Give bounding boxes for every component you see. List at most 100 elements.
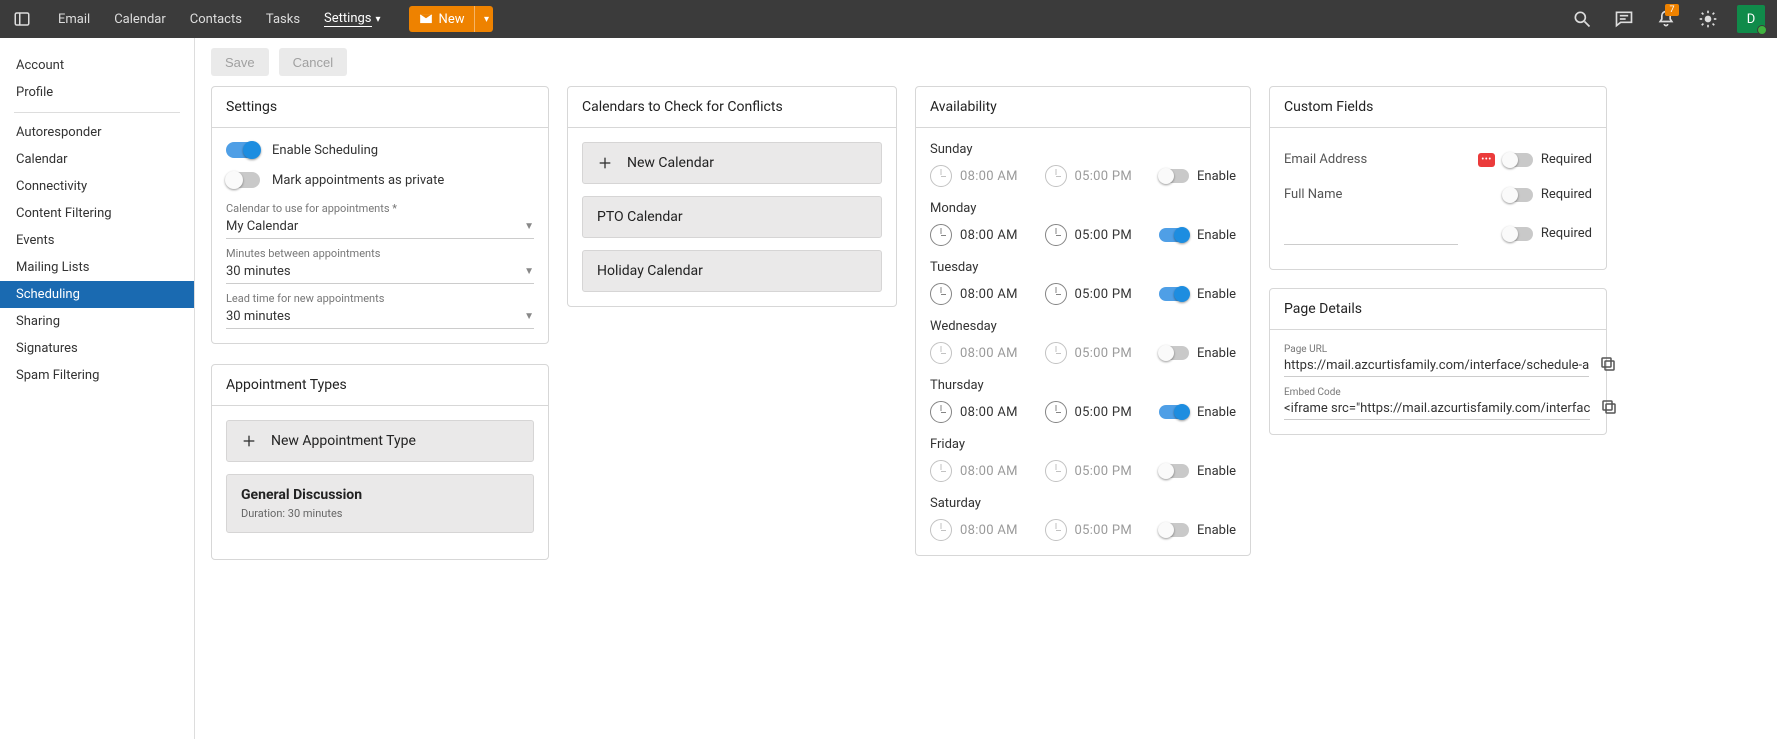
enable-scheduling-toggle[interactable] xyxy=(226,142,260,158)
chat-icon[interactable] xyxy=(1607,0,1641,38)
add-calendar-button[interactable]: New Calendar xyxy=(582,142,882,184)
plus-icon xyxy=(241,433,257,449)
sidebar-item-scheduling[interactable]: Scheduling xyxy=(0,281,194,308)
nav-tasks[interactable]: Tasks xyxy=(254,0,312,38)
required-label: Required xyxy=(1541,187,1592,202)
sidebar-item-account[interactable]: Account xyxy=(0,52,194,79)
conflict-calendar-item[interactable]: PTO Calendar xyxy=(582,196,882,238)
nav-contacts[interactable]: Contacts xyxy=(178,0,254,38)
availability-thursday-start[interactable]: 08:00 AM xyxy=(930,401,1035,423)
sidebar-item-profile[interactable]: Profile xyxy=(0,79,194,106)
action-toolbar: Save Cancel xyxy=(211,48,1761,76)
settings-card: Settings Enable Scheduling Mark appointm… xyxy=(211,86,549,344)
sidebar-item-autoresponder[interactable]: Autoresponder xyxy=(0,119,194,146)
enable-label: Enable xyxy=(1197,169,1236,184)
search-icon[interactable] xyxy=(1565,0,1599,38)
sidebar-item-events[interactable]: Events xyxy=(0,227,194,254)
availability-friday-end[interactable]: 05:00 PM xyxy=(1045,460,1150,482)
page-url-field[interactable]: Page URL https://mail.azcurtisfamily.com… xyxy=(1284,344,1589,377)
availability-friday-toggle[interactable] xyxy=(1159,464,1189,478)
availability-monday-start[interactable]: 08:00 AM xyxy=(930,224,1035,246)
availability-saturday-start[interactable]: 08:00 AM xyxy=(930,519,1035,541)
sidebar-item-calendar[interactable]: Calendar xyxy=(0,146,194,173)
presence-dot-icon xyxy=(1757,25,1767,35)
clock-icon xyxy=(930,460,952,482)
new-button-group: New ▾ xyxy=(409,6,494,32)
sidebar-item-spam-filtering[interactable]: Spam Filtering xyxy=(0,362,194,389)
availability-day-label: Monday xyxy=(930,201,1236,216)
copy-url-button[interactable] xyxy=(1599,355,1617,377)
embed-code-field[interactable]: Embed Code <iframe src="https://mail.azc… xyxy=(1284,387,1590,420)
theme-toggle-icon[interactable] xyxy=(1691,0,1725,38)
availability-thursday-end[interactable]: 05:00 PM xyxy=(1045,401,1150,423)
save-button[interactable]: Save xyxy=(211,48,269,76)
sidebar-item-connectivity[interactable]: Connectivity xyxy=(0,173,194,200)
availability-tuesday-start[interactable]: 08:00 AM xyxy=(930,283,1035,305)
custom-field-label: Full Name xyxy=(1284,187,1342,202)
availability-sunday-start[interactable]: 08:00 AM xyxy=(930,165,1035,187)
availability-thursday-toggle[interactable] xyxy=(1159,405,1189,419)
minutes-between-select[interactable]: Minutes between appointments 30 minutes▼ xyxy=(226,247,534,284)
card-title: Settings xyxy=(212,87,548,128)
availability-wednesday-start[interactable]: 08:00 AM xyxy=(930,342,1035,364)
copy-embed-button[interactable] xyxy=(1600,398,1618,420)
availability-wednesday-end[interactable]: 05:00 PM xyxy=(1045,342,1150,364)
appointment-type-item[interactable]: General Discussion Duration: 30 minutes xyxy=(226,474,534,533)
required-chip-icon: ••• xyxy=(1478,153,1495,167)
page-details-card: Page Details Page URL https://mail.azcur… xyxy=(1269,288,1607,435)
availability-monday-toggle[interactable] xyxy=(1159,228,1189,242)
sidebar-item-sharing[interactable]: Sharing xyxy=(0,308,194,335)
clock-icon xyxy=(1045,401,1067,423)
card-title: Custom Fields xyxy=(1270,87,1606,128)
custom-field-required-toggle[interactable] xyxy=(1503,227,1533,241)
clock-icon xyxy=(1045,165,1067,187)
clock-icon xyxy=(930,283,952,305)
new-button-dropdown[interactable]: ▾ xyxy=(474,6,493,32)
availability-tuesday-end[interactable]: 05:00 PM xyxy=(1045,283,1150,305)
appointment-type-name: General Discussion xyxy=(241,487,362,503)
conflict-calendar-item[interactable]: Holiday Calendar xyxy=(582,250,882,292)
caret-down-icon: ▾ xyxy=(484,14,489,25)
custom-fields-card: Custom Fields Email Address•••RequiredFu… xyxy=(1269,86,1607,270)
availability-saturday-toggle[interactable] xyxy=(1159,523,1189,537)
enable-label: Enable xyxy=(1197,405,1236,420)
clock-icon xyxy=(1045,224,1067,246)
add-appointment-type-button[interactable]: New Appointment Type xyxy=(226,420,534,462)
custom-field-required-toggle[interactable] xyxy=(1503,188,1533,202)
availability-friday-start[interactable]: 08:00 AM xyxy=(930,460,1035,482)
clock-icon xyxy=(930,401,952,423)
copy-icon xyxy=(1599,355,1617,373)
nav-settings[interactable]: Settings▾ xyxy=(312,0,393,38)
availability-monday-end[interactable]: 05:00 PM xyxy=(1045,224,1150,246)
clock-icon xyxy=(930,165,952,187)
lead-time-select[interactable]: Lead time for new appointments 30 minute… xyxy=(226,292,534,329)
availability-day-label: Tuesday xyxy=(930,260,1236,275)
nav-email[interactable]: Email xyxy=(46,0,102,38)
availability-card: Availability Sunday08:00 AM05:00 PMEnabl… xyxy=(915,86,1251,556)
clock-icon xyxy=(930,342,952,364)
card-title: Calendars to Check for Conflicts xyxy=(568,87,896,128)
availability-sunday-toggle[interactable] xyxy=(1159,169,1189,183)
avatar[interactable]: D xyxy=(1737,5,1765,33)
nav-calendar[interactable]: Calendar xyxy=(102,0,178,38)
clock-icon xyxy=(1045,460,1067,482)
enable-label: Enable xyxy=(1197,523,1236,538)
availability-sunday-end[interactable]: 05:00 PM xyxy=(1045,165,1150,187)
availability-tuesday-toggle[interactable] xyxy=(1159,287,1189,301)
sidebar-item-signatures[interactable]: Signatures xyxy=(0,335,194,362)
availability-day-label: Saturday xyxy=(930,496,1236,511)
sidebar-item-content-filtering[interactable]: Content Filtering xyxy=(0,200,194,227)
new-button[interactable]: New xyxy=(409,6,475,32)
notifications-icon[interactable]: 7 xyxy=(1649,0,1683,38)
calendar-select[interactable]: Calendar to use for appointments * My Ca… xyxy=(226,202,534,239)
custom-field-name-input[interactable] xyxy=(1284,222,1458,245)
clock-icon xyxy=(930,519,952,541)
custom-field-required-toggle[interactable] xyxy=(1503,153,1533,167)
cancel-button[interactable]: Cancel xyxy=(279,48,347,76)
collapse-sidebar-icon[interactable] xyxy=(6,0,38,38)
avatar-initial: D xyxy=(1747,12,1756,27)
sidebar-item-mailing-lists[interactable]: Mailing Lists xyxy=(0,254,194,281)
availability-wednesday-toggle[interactable] xyxy=(1159,346,1189,360)
availability-saturday-end[interactable]: 05:00 PM xyxy=(1045,519,1150,541)
mark-private-toggle[interactable] xyxy=(226,172,260,188)
